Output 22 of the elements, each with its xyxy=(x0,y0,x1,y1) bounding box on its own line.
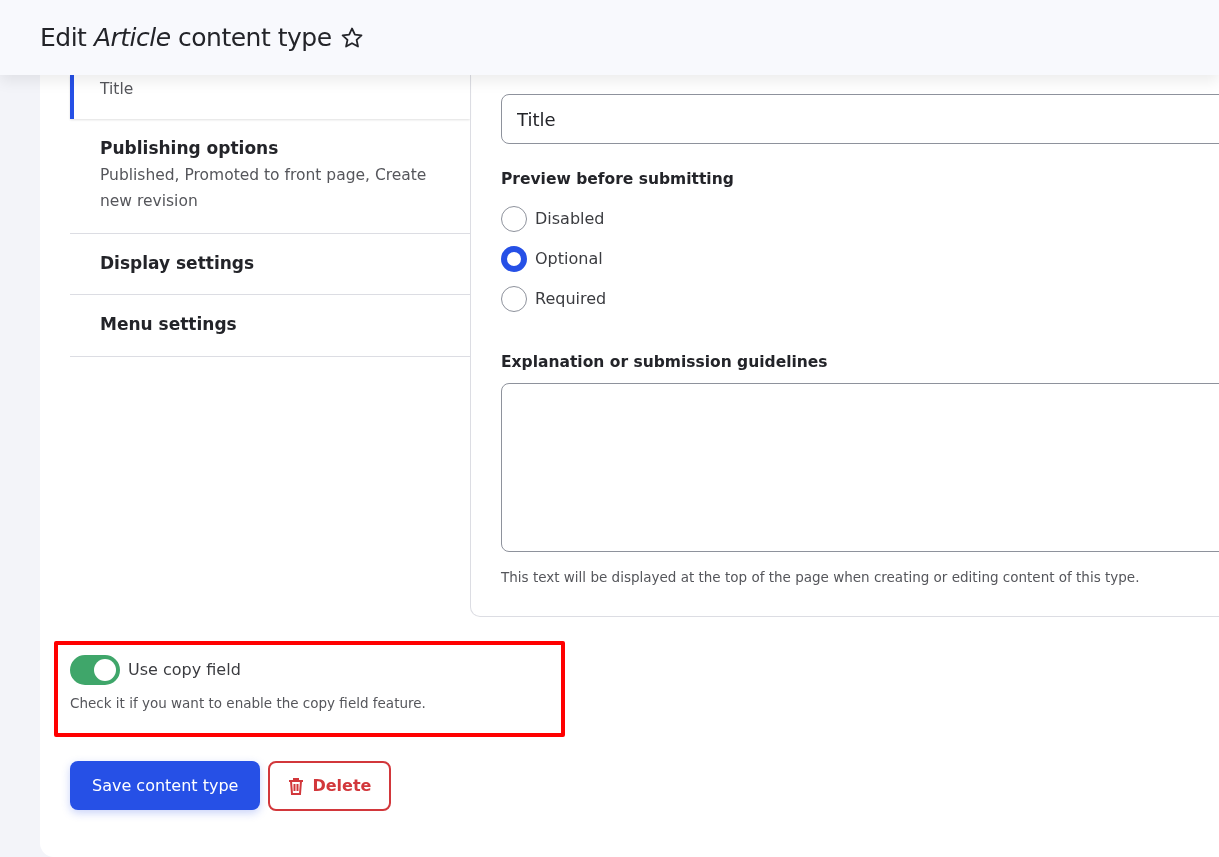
field-label: Preview before submitting xyxy=(501,169,735,190)
page-title: Edit Article content type xyxy=(40,22,332,53)
vertical-tab[interactable]: Display settings xyxy=(70,233,470,295)
vertical-tab[interactable]: Publishing options Published, Promoted to front page, Create new revision xyxy=(70,119,470,234)
field-label: Explanation or submission guidelines xyxy=(501,352,829,374)
radio-button[interactable] xyxy=(501,246,527,273)
toggle-label[interactable]: Use copy field xyxy=(128,658,241,682)
vertical-tab[interactable]: Menu settings xyxy=(70,295,470,357)
radio-label[interactable]: Optional xyxy=(535,247,603,272)
radio-button[interactable] xyxy=(501,286,527,313)
radio-label[interactable]: Disabled xyxy=(535,207,605,232)
delete-button[interactable]: Delete xyxy=(268,761,392,812)
field-description: This text will be displayed at the top of the page when creating or editing content of this type. xyxy=(501,567,1141,587)
text-input[interactable]: Title xyxy=(501,94,1219,144)
trash-icon xyxy=(288,777,305,796)
vertical-tab[interactable]: Title xyxy=(70,75,470,119)
save-button[interactable]: Save content type xyxy=(70,761,261,811)
field-description: Check it if you want to enable the copy field feature. xyxy=(70,694,427,713)
star-icon[interactable] xyxy=(339,25,364,50)
toggle-switch[interactable] xyxy=(70,655,120,685)
radio-label[interactable]: Required xyxy=(535,287,607,312)
radio-button[interactable] xyxy=(501,206,527,233)
